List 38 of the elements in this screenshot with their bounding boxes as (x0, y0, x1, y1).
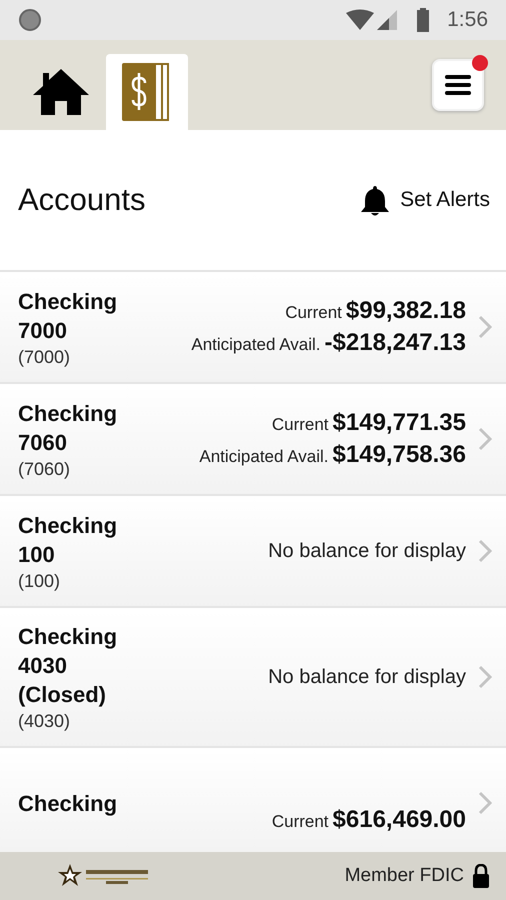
page-title: Accounts (18, 182, 147, 218)
account-number: (7000) (18, 346, 72, 368)
clock-time: 1:56 (447, 8, 488, 32)
menu-icon (445, 74, 471, 96)
bell-icon (360, 184, 390, 216)
chevron-right-icon (478, 665, 492, 689)
no-balance-message: No balance for display (268, 540, 466, 562)
account-name: Checking 7060 (18, 400, 118, 456)
account-number: (7060) (18, 458, 72, 480)
home-icon (31, 67, 91, 117)
account-number: (4030) (18, 711, 72, 732)
chevron-right-icon (478, 315, 492, 339)
set-alerts-button[interactable]: Set Alerts (360, 184, 490, 216)
account-name: Checking (18, 790, 118, 818)
balance-amount: $99,382.18 (346, 297, 466, 325)
chevron-right-icon (478, 539, 492, 563)
balance-amount: $616,469.00 (332, 806, 466, 834)
notification-dot-icon (18, 8, 42, 32)
balance-amount: $149,771.35 (332, 409, 466, 437)
member-fdic-text: Member FDIC (344, 865, 464, 887)
balance-label: Current (285, 303, 342, 323)
balance-amount: -$218,247.13 (324, 329, 466, 357)
chevron-right-icon (478, 791, 492, 815)
signal-icon (375, 9, 400, 31)
account-name: Checking 7000 (18, 288, 118, 344)
no-balance-message: No balance for display (268, 666, 466, 688)
balance-label: Anticipated Avail. (191, 335, 321, 355)
chevron-right-icon (478, 427, 492, 451)
account-name: Checking 4030 (Closed) (18, 623, 118, 709)
lock-icon (472, 864, 490, 888)
money-stack-icon (122, 61, 172, 123)
balance-label: Current (272, 812, 329, 832)
account-number: (100) (18, 570, 62, 592)
accounts-tab[interactable] (106, 54, 188, 130)
balance-label: Current (272, 415, 329, 435)
balance-amount: $149,758.36 (332, 441, 466, 469)
balance-label: Anticipated Avail. (199, 447, 329, 467)
account-name: Checking 100 (18, 512, 118, 568)
